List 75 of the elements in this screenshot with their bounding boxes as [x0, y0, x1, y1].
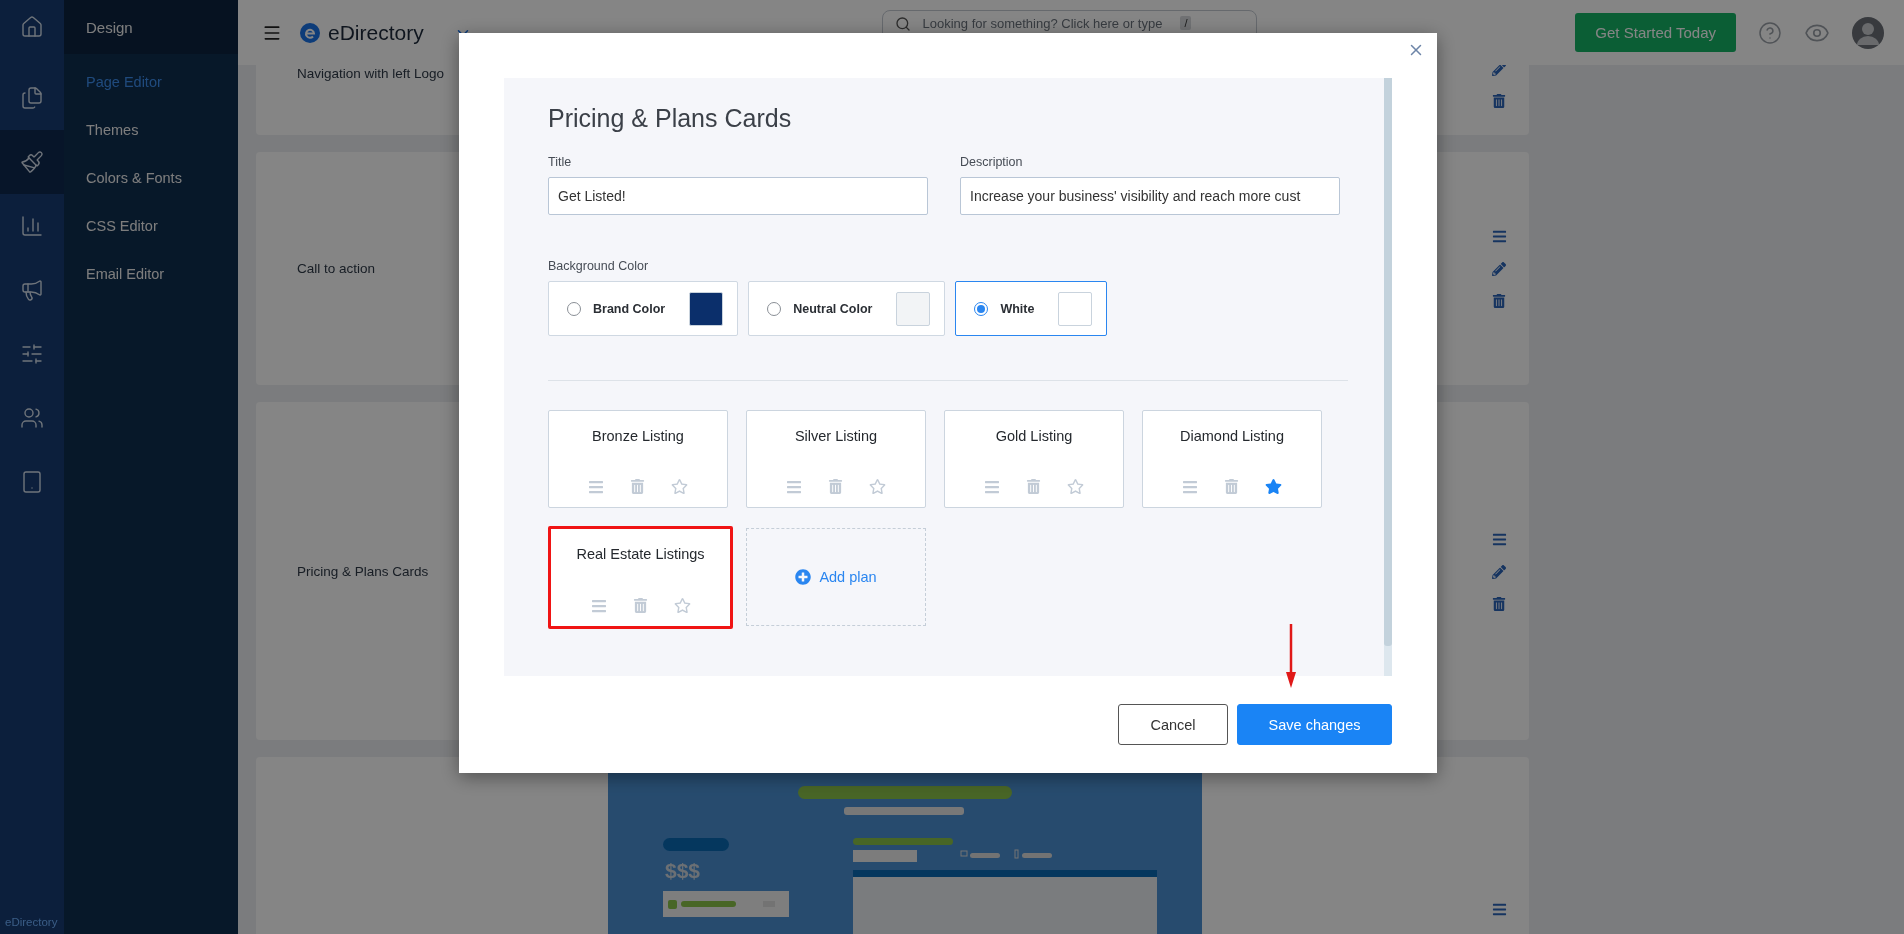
- option-label: Brand Color: [593, 301, 666, 316]
- annotation-arrow: [1285, 624, 1297, 688]
- drag-handle-icon[interactable]: [1491, 902, 1507, 917]
- plan-card[interactable]: Diamond Listing: [1142, 410, 1322, 508]
- pill-drawing: [663, 838, 729, 851]
- plan-name: Gold Listing: [995, 428, 1073, 444]
- field-label: Background Color: [548, 259, 650, 273]
- submenu-item[interactable]: Themes: [64, 106, 238, 154]
- submenu-title: Design: [64, 0, 238, 54]
- submenu-item[interactable]: Colors & Fonts: [64, 154, 238, 202]
- submenu-item[interactable]: Email Editor: [64, 250, 238, 298]
- brand-text: eDirectory: [4, 916, 59, 930]
- color-option[interactable]: Neutral Color: [748, 281, 946, 336]
- documents-icon: [20, 86, 44, 110]
- field-label: Description: [960, 155, 1024, 169]
- drag-handle-icon[interactable]: [588, 478, 604, 495]
- option-label: White: [1000, 301, 1035, 316]
- trash-icon[interactable]: [1492, 93, 1506, 108]
- plan-card[interactable]: Real Estate Listings: [548, 526, 733, 629]
- star-icon[interactable]: [869, 478, 886, 495]
- home-icon: [20, 15, 44, 39]
- logo-icon: [300, 22, 320, 43]
- search-placeholder: Looking for something? Click here or type: [922, 16, 1163, 31]
- bar-chart-icon: [20, 214, 44, 238]
- color-option[interactable]: White: [955, 281, 1108, 336]
- trash-icon[interactable]: [632, 598, 648, 613]
- drag-handle-icon[interactable]: [984, 478, 1000, 495]
- star-icon[interactable]: [1067, 478, 1084, 495]
- plan-name: Real Estate Listings: [576, 546, 705, 562]
- modal-title: Pricing & Plans Cards: [548, 104, 793, 133]
- section-label: Navigation with left Logo: [297, 66, 445, 81]
- drag-handle-icon[interactable]: [1491, 531, 1507, 547]
- text-field[interactable]: Increase your business' visibility and reach more cust: [960, 177, 1340, 215]
- cancel-button[interactable]: Cancel: [1118, 704, 1228, 745]
- color-option[interactable]: Brand Color: [548, 281, 739, 336]
- drag-handle-icon[interactable]: [590, 597, 607, 614]
- plan-card[interactable]: Silver Listing: [746, 410, 926, 508]
- star-icon[interactable]: [671, 478, 688, 495]
- trash-icon[interactable]: [630, 479, 645, 494]
- rail-item[interactable]: [0, 130, 64, 194]
- avatar-icon[interactable]: [1852, 16, 1884, 49]
- trash-icon[interactable]: [1026, 479, 1041, 494]
- plan-name: Silver Listing: [794, 428, 878, 444]
- star-icon[interactable]: [1265, 478, 1282, 495]
- plan-name: Bronze Listing: [592, 428, 684, 444]
- option-label: Neutral Color: [793, 301, 873, 316]
- price-text: $$$: [665, 859, 701, 883]
- megaphone-icon: [20, 278, 44, 302]
- field-label: Title: [548, 155, 573, 169]
- plan-card[interactable]: Bronze Listing: [548, 410, 728, 508]
- save-button[interactable]: Save changes: [1237, 704, 1392, 745]
- trash-icon[interactable]: [828, 479, 843, 494]
- help-icon[interactable]: [1758, 20, 1782, 45]
- trash-icon[interactable]: [1492, 294, 1506, 308]
- key-hint: /: [1180, 16, 1192, 30]
- logo-text: eDirectory: [328, 20, 424, 45]
- drag-handle-icon[interactable]: [1182, 478, 1198, 495]
- trash-icon[interactable]: [1224, 479, 1239, 494]
- search-icon: [894, 16, 911, 32]
- paintbrush-icon: [20, 150, 44, 174]
- text-field[interactable]: Get Listed!: [548, 177, 928, 215]
- trash-icon[interactable]: [1492, 596, 1506, 611]
- plan-name: Diamond Listing: [1180, 428, 1284, 444]
- plan-card[interactable]: Gold Listing: [944, 410, 1124, 508]
- star-icon[interactable]: [673, 597, 691, 614]
- section-label: Call to action: [297, 261, 376, 276]
- edit-icon[interactable]: [1492, 564, 1506, 579]
- sliders-icon: [20, 342, 44, 366]
- tablet-icon: [20, 470, 44, 494]
- submenu-item[interactable]: CSS Editor: [64, 202, 238, 250]
- users-icon: [20, 406, 44, 430]
- edit-icon[interactable]: [1492, 262, 1506, 276]
- drag-handle-icon[interactable]: [786, 478, 802, 495]
- section-label: Pricing & Plans Cards: [297, 563, 429, 579]
- drag-handle-icon[interactable]: [1491, 229, 1507, 244]
